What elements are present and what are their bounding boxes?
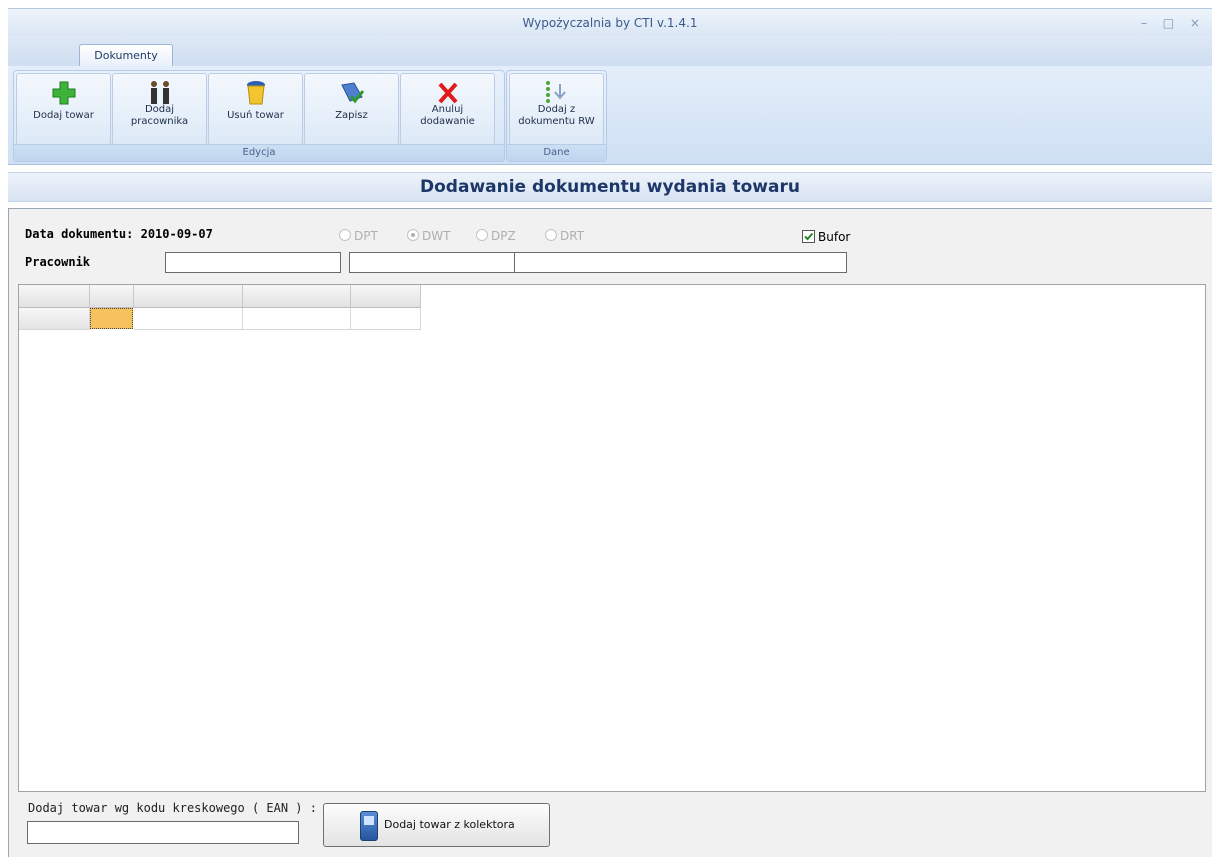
- title-bar: Wypożyczalnia by CTI v.1.4.1 – □ ×: [8, 8, 1212, 37]
- items-grid[interactable]: [18, 284, 1206, 792]
- page-title: Dodawanie dokumentu wydania towaru: [420, 177, 800, 197]
- add-from-rw-button[interactable]: Dodaj z dokumentu RW: [509, 73, 604, 145]
- trash-icon: [209, 80, 302, 106]
- grid-header-cell[interactable]: [19, 285, 90, 308]
- grid-header-cell[interactable]: [243, 285, 351, 308]
- ribbon-group-edycja: Dodaj towar Dodaj pracownika Usuń towar …: [13, 70, 505, 162]
- radio-drt[interactable]: DRT: [545, 229, 584, 243]
- grid-cell[interactable]: [134, 308, 243, 330]
- save-icon: [305, 80, 398, 106]
- ribbon-group-dane: Dodaj z dokumentu RW Dane: [506, 70, 607, 162]
- ean-label: Dodaj towar wg kodu kreskowego ( EAN ) :: [28, 801, 317, 815]
- group-label-dane: Dane: [507, 144, 606, 161]
- radio-circle: [476, 229, 488, 241]
- grid-cell[interactable]: [243, 308, 351, 330]
- delete-item-button[interactable]: Usuń towar: [208, 73, 303, 145]
- radio-drt-label: DRT: [560, 229, 585, 243]
- plus-icon: [17, 80, 110, 106]
- grid-header-cell[interactable]: [134, 285, 243, 308]
- cancel-add-label: Anuluj dodawanie: [420, 104, 475, 127]
- save-button[interactable]: Zapisz: [304, 73, 399, 145]
- employee-id-field[interactable]: [165, 252, 341, 273]
- check-icon: [804, 232, 814, 241]
- window-controls[interactable]: – □ ×: [1141, 9, 1206, 37]
- radio-dpz[interactable]: DPZ: [476, 229, 516, 243]
- grid-header-cell[interactable]: [351, 285, 421, 308]
- add-item-button[interactable]: Dodaj towar: [16, 73, 111, 145]
- grid-cell[interactable]: [351, 308, 421, 330]
- cancel-icon: [401, 80, 494, 106]
- employee-label: Pracownik: [25, 255, 91, 269]
- barcode-scanner-icon: [360, 811, 378, 841]
- checkbox-box: [802, 230, 815, 243]
- ribbon: Dodaj towar Dodaj pracownika Usuń towar …: [8, 66, 1212, 165]
- tab-dokumenty[interactable]: Dokumenty: [79, 44, 173, 67]
- group-label-edycja: Edycja: [14, 144, 504, 161]
- section-header: Dodawanie dokumentu wydania towaru: [8, 172, 1212, 202]
- radio-dpt-label: DPT: [354, 229, 378, 243]
- document-date-label: Data dokumentu: 2010-09-07: [25, 227, 213, 241]
- add-item-label: Dodaj towar: [33, 110, 94, 121]
- row-header-cell[interactable]: [19, 308, 90, 330]
- bufor-label: Bufor: [818, 230, 851, 244]
- radio-dwt[interactable]: DWT: [407, 229, 450, 243]
- radio-circle: [339, 229, 351, 241]
- employee-lastname-field[interactable]: [514, 252, 847, 273]
- selected-grid-cell[interactable]: [90, 308, 133, 329]
- add-employee-label: Dodaj pracownika: [130, 104, 189, 127]
- radio-dwt-label: DWT: [422, 229, 451, 243]
- save-label: Zapisz: [335, 110, 368, 121]
- add-from-rw-label: Dodaj z dokumentu RW: [518, 104, 595, 127]
- radio-circle-selected: [407, 229, 419, 241]
- ribbon-tab-strip: Dokumenty: [8, 36, 1212, 67]
- radio-circle: [545, 229, 557, 241]
- cancel-add-button[interactable]: Anuluj dodawanie: [400, 73, 495, 145]
- people-icon: [113, 80, 206, 106]
- add-from-collector-label: Dodaj towar z kolektora: [384, 818, 515, 831]
- delete-item-label: Usuń towar: [227, 110, 284, 121]
- employee-firstname-field[interactable]: [349, 252, 515, 273]
- add-employee-button[interactable]: Dodaj pracownika: [112, 73, 207, 145]
- import-list-icon: [510, 80, 603, 106]
- radio-dpz-label: DPZ: [491, 229, 516, 243]
- bufor-checkbox[interactable]: Bufor: [802, 230, 850, 244]
- radio-dpt[interactable]: DPT: [339, 229, 378, 243]
- window-title: Wypożyczalnia by CTI v.1.4.1: [522, 16, 698, 30]
- ean-input[interactable]: [27, 821, 299, 844]
- grid-header-cell[interactable]: [90, 285, 134, 308]
- add-from-collector-button[interactable]: Dodaj towar z kolektora: [323, 803, 550, 847]
